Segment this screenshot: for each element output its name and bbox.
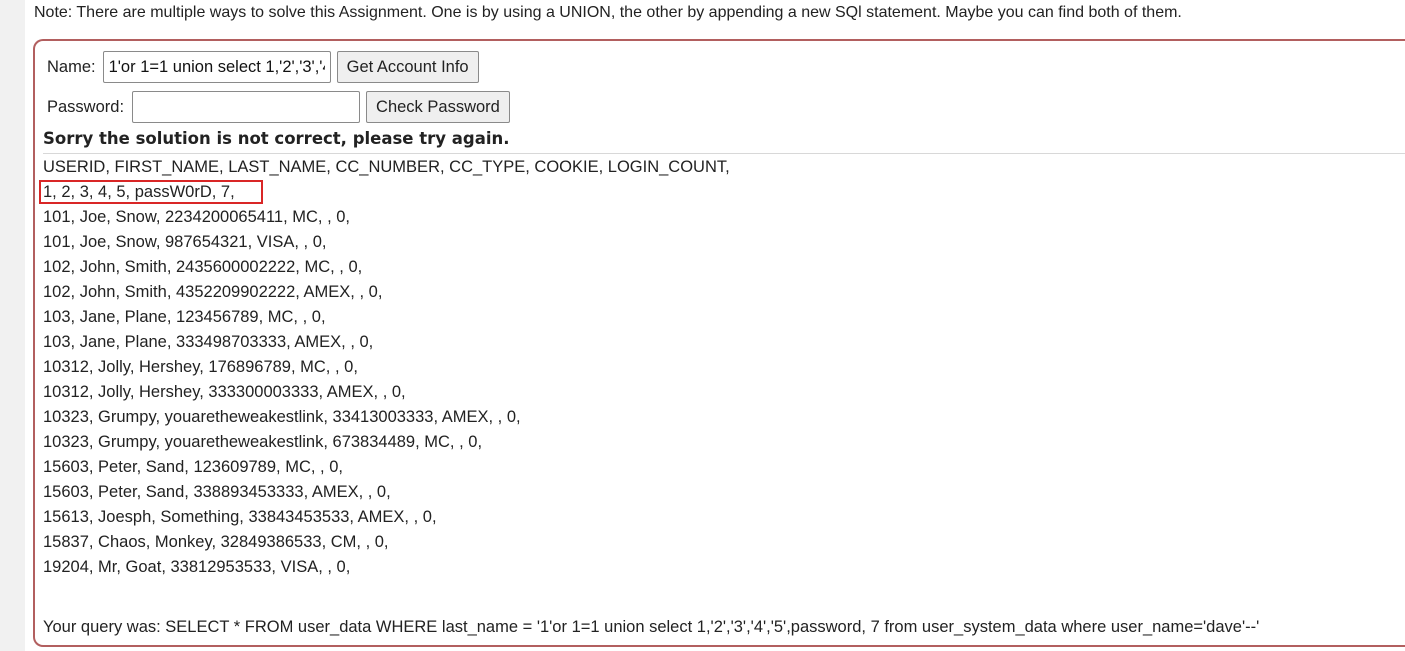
result-row: 15837, Chaos, Monkey, 32849386533, CM, ,… (43, 533, 389, 551)
assignment-note: Note: There are multiple ways to solve t… (34, 4, 1182, 21)
result-row: 102, John, Smith, 2435600002222, MC, , 0… (43, 258, 363, 276)
result-row: 10323, Grumpy, youaretheweakestlink, 334… (43, 408, 521, 426)
name-label: Name: (47, 57, 96, 76)
result-row: 19204, Mr, Goat, 33812953533, VISA, , 0, (43, 558, 351, 576)
result-row: 103, Jane, Plane, 123456789, MC, , 0, (43, 308, 326, 326)
result-row: 102, John, Smith, 4352209902222, AMEX, ,… (43, 283, 383, 301)
result-row: 101, Joe, Snow, 2234200065411, MC, , 0, (43, 208, 350, 226)
left-gutter (0, 0, 25, 651)
assignment-fieldset: Name: Get Account Info Password: Check P… (33, 39, 1405, 647)
get-account-info-button[interactable]: Get Account Info (336, 51, 479, 83)
check-password-button[interactable]: Check Password (366, 91, 510, 123)
result-row: 101, Joe, Snow, 987654321, VISA, , 0, (43, 233, 327, 251)
password-form: Password: Check Password (47, 91, 510, 123)
results-header: USERID, FIRST_NAME, LAST_NAME, CC_NUMBER… (43, 158, 730, 176)
password-label: Password: (47, 97, 125, 116)
result-row: 15603, Peter, Sand, 338893453333, AMEX, … (43, 483, 391, 501)
name-input[interactable] (102, 51, 331, 83)
result-row: 10312, Jolly, Hershey, 333300003333, AME… (43, 383, 406, 401)
divider (43, 153, 1405, 154)
result-row: 10323, Grumpy, youaretheweakestlink, 673… (43, 433, 483, 451)
result-row: 15613, Joesph, Something, 33843453533, A… (43, 508, 437, 526)
name-form: Name: Get Account Info (47, 51, 479, 83)
password-input[interactable] (132, 91, 361, 123)
feedback-message: Sorry the solution is not correct, pleas… (43, 129, 510, 148)
highlight-box (39, 180, 263, 204)
result-row: 10312, Jolly, Hershey, 176896789, MC, , … (43, 358, 358, 376)
query-text: Your query was: SELECT * FROM user_data … (43, 618, 1260, 636)
result-row: 103, Jane, Plane, 333498703333, AMEX, , … (43, 333, 374, 351)
results-output: USERID, FIRST_NAME, LAST_NAME, CC_NUMBER… (39, 155, 730, 580)
page: Note: There are multiple ways to solve t… (0, 0, 1405, 651)
result-row: 15603, Peter, Sand, 123609789, MC, , 0, (43, 458, 343, 476)
